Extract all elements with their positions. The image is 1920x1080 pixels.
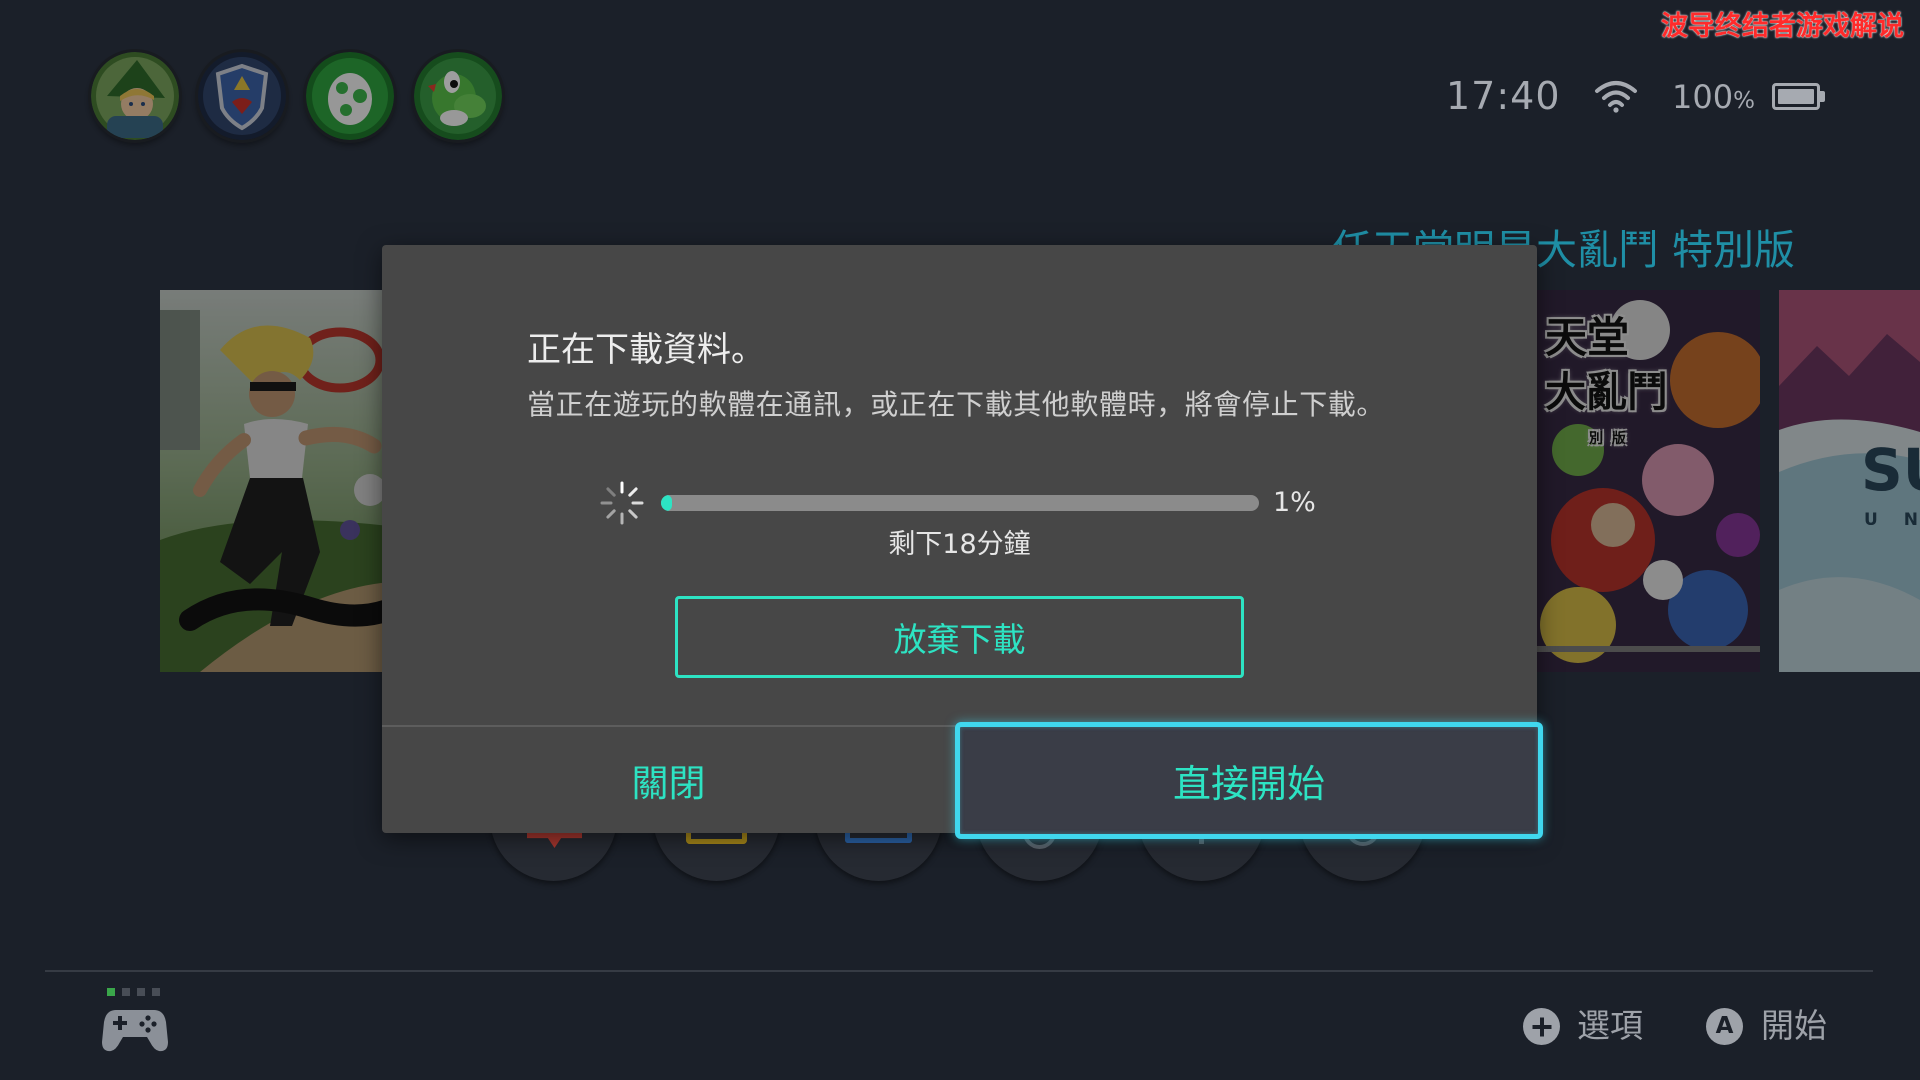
watermark: 波导终结者游戏解说: [1661, 11, 1904, 42]
start-label[interactable]: 開始: [1761, 1006, 1827, 1046]
user-avatar-yoshi[interactable]: [414, 52, 502, 140]
battery-level: 100: [1672, 78, 1734, 116]
controller-icon[interactable]: [102, 1006, 168, 1053]
home-screen: 波导终结者游戏解说 17:40 100% 任天堂明星大亂鬥 特別版 天堂 大亂鬥…: [0, 0, 1920, 1080]
footer-divider: [45, 970, 1873, 972]
battery-terminal: [1820, 91, 1825, 102]
user-avatar-link[interactable]: [91, 52, 179, 140]
a-button-icon[interactable]: A: [1706, 1008, 1743, 1045]
battery-full-icon: [1772, 83, 1820, 110]
smash-logo-line-2: 大亂鬥: [1545, 368, 1668, 416]
close-label: 關閉: [631, 762, 706, 805]
options-label[interactable]: 選項: [1577, 1006, 1643, 1046]
loading-spinner-icon: [600, 481, 644, 525]
smash-logo-line-1: 天堂: [1545, 313, 1630, 362]
player-indicator-light: [137, 988, 145, 996]
download-dialog: 正在下載資料。 當正在遊玩的軟體在通訊，或正在下載其他軟體時，將會停止下載。 1…: [382, 245, 1543, 839]
player-indicator-light: [107, 988, 115, 996]
dialog-message: 當正在遊玩的軟體在通訊，或正在下載其他軟體時，將會停止下載。: [527, 388, 1386, 421]
player-indicator-light: [122, 988, 130, 996]
start-now-label: 直接開始: [1172, 762, 1325, 806]
user-avatar-shield[interactable]: [198, 52, 286, 140]
time-remaining: 剩下18分鐘: [888, 529, 1031, 560]
yoshi-egg-avatar-icon: [306, 52, 394, 140]
game-tile-3[interactable]: SU U N: [1779, 290, 1920, 672]
smash-logo-line-3: 別 版: [1589, 431, 1628, 447]
cancel-download-label: 放棄下載: [893, 620, 1026, 659]
game-tile-3-logo-line-1: SU: [1861, 438, 1920, 502]
close-button[interactable]: 關閉: [382, 727, 955, 833]
link-avatar-icon: [91, 52, 179, 140]
battery-percentage: 100%: [1672, 78, 1755, 116]
plus-button-icon[interactable]: [1523, 1008, 1560, 1045]
yoshi-avatar-icon: [414, 52, 502, 140]
clock: 17:40: [1446, 74, 1561, 118]
battery-fill: [1778, 89, 1814, 104]
battery-unit: %: [1733, 88, 1755, 114]
download-progress-fill: [661, 495, 673, 511]
a-button-letter: A: [1715, 1013, 1734, 1039]
hylian-shield-avatar-icon: [198, 52, 286, 140]
wifi-icon: [1595, 81, 1637, 113]
download-progress-bar: [661, 495, 1259, 511]
user-avatar-yoshi-egg[interactable]: [306, 52, 394, 140]
player-indicator-light: [152, 988, 160, 996]
start-now-button[interactable]: 直接開始: [955, 722, 1543, 839]
dialog-title: 正在下載資料。: [527, 330, 765, 370]
cancel-download-button[interactable]: 放棄下載: [675, 596, 1244, 678]
download-progress-percent: 1%: [1273, 487, 1316, 518]
game-tile-3-logo-line-2: U N: [1864, 510, 1918, 530]
